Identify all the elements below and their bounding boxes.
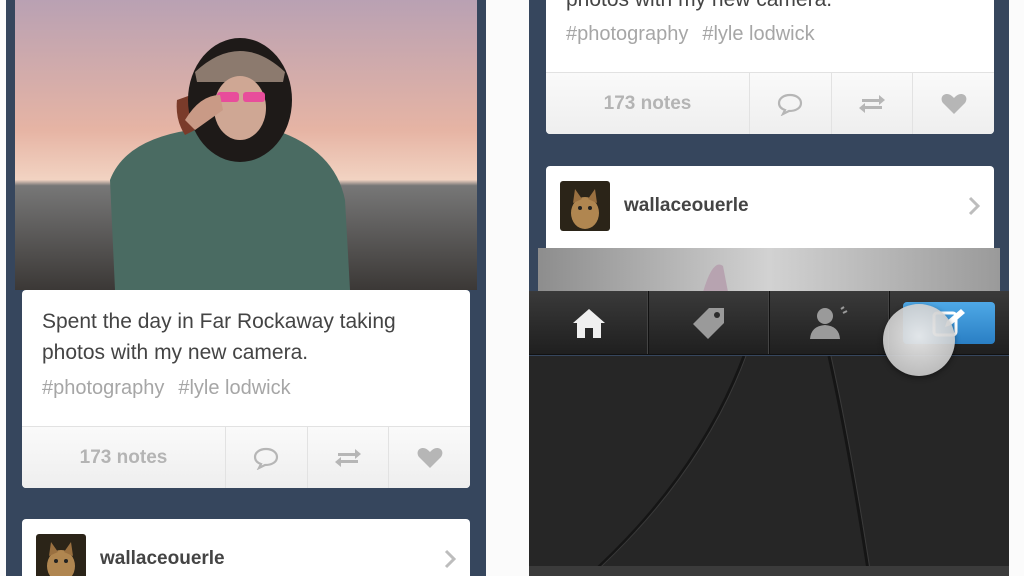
avatar[interactable] [36, 534, 86, 576]
post-header[interactable]: wallaceouerle [22, 519, 470, 576]
compose-panel [529, 356, 1009, 576]
post-tags: #photography #lyle lodwick [42, 377, 305, 400]
post-action-bar: 173 notes [546, 72, 994, 134]
left-screen: Spent the day in Far Rockaway taking pho… [6, 0, 486, 576]
post-caption: Spent the day in Far Rockaway taking pho… [42, 310, 396, 364]
post-photo[interactable] [15, 0, 477, 290]
tag-link[interactable]: #photography [566, 23, 688, 45]
tag-link[interactable]: #photography [42, 377, 164, 399]
post-header[interactable]: wallaceouerle [546, 166, 994, 246]
tag-icon [692, 307, 724, 339]
reblog-icon [859, 94, 885, 113]
reblog-button[interactable] [308, 427, 390, 488]
tab-tags[interactable] [649, 291, 770, 354]
avatar[interactable] [560, 181, 610, 231]
comment-icon [778, 93, 803, 116]
like-button[interactable] [913, 73, 994, 134]
username[interactable]: wallaceouerle [624, 195, 954, 217]
comment-icon [254, 447, 279, 470]
reply-button[interactable] [226, 427, 308, 488]
post-action-bar: 173 notes [22, 426, 470, 488]
reblog-button[interactable] [832, 73, 914, 134]
post-card: photos with my new camera. #photography#… [546, 0, 994, 134]
next-post-card: wallaceouerle [22, 519, 470, 576]
reblog-icon [335, 448, 361, 467]
next-post-photo[interactable] [538, 248, 1000, 292]
touch-indicator [883, 304, 955, 376]
tab-account[interactable] [770, 291, 890, 354]
heart-icon [417, 447, 443, 468]
tag-link[interactable]: #lyle lodwick [702, 23, 814, 45]
heart-icon [941, 93, 967, 114]
notes-count[interactable]: 173 notes [22, 427, 226, 488]
home-icon [572, 308, 605, 338]
right-screen: photos with my new camera. #photography#… [529, 0, 1009, 576]
post-card: Spent the day in Far Rockaway taking pho… [22, 290, 470, 488]
account-icon [810, 305, 848, 339]
tab-dashboard[interactable] [529, 291, 650, 354]
post-tags: #photography #lyle lodwick [566, 23, 829, 46]
chevron-right-icon[interactable] [430, 548, 470, 570]
notes-count[interactable]: 173 notes [546, 73, 750, 134]
reply-button[interactable] [750, 73, 832, 134]
post-caption: photos with my new camera. [566, 0, 976, 15]
chevron-right-icon[interactable] [954, 195, 994, 217]
like-button[interactable] [389, 427, 470, 488]
username[interactable]: wallaceouerle [100, 548, 430, 570]
tag-link[interactable]: #lyle lodwick [178, 377, 290, 399]
